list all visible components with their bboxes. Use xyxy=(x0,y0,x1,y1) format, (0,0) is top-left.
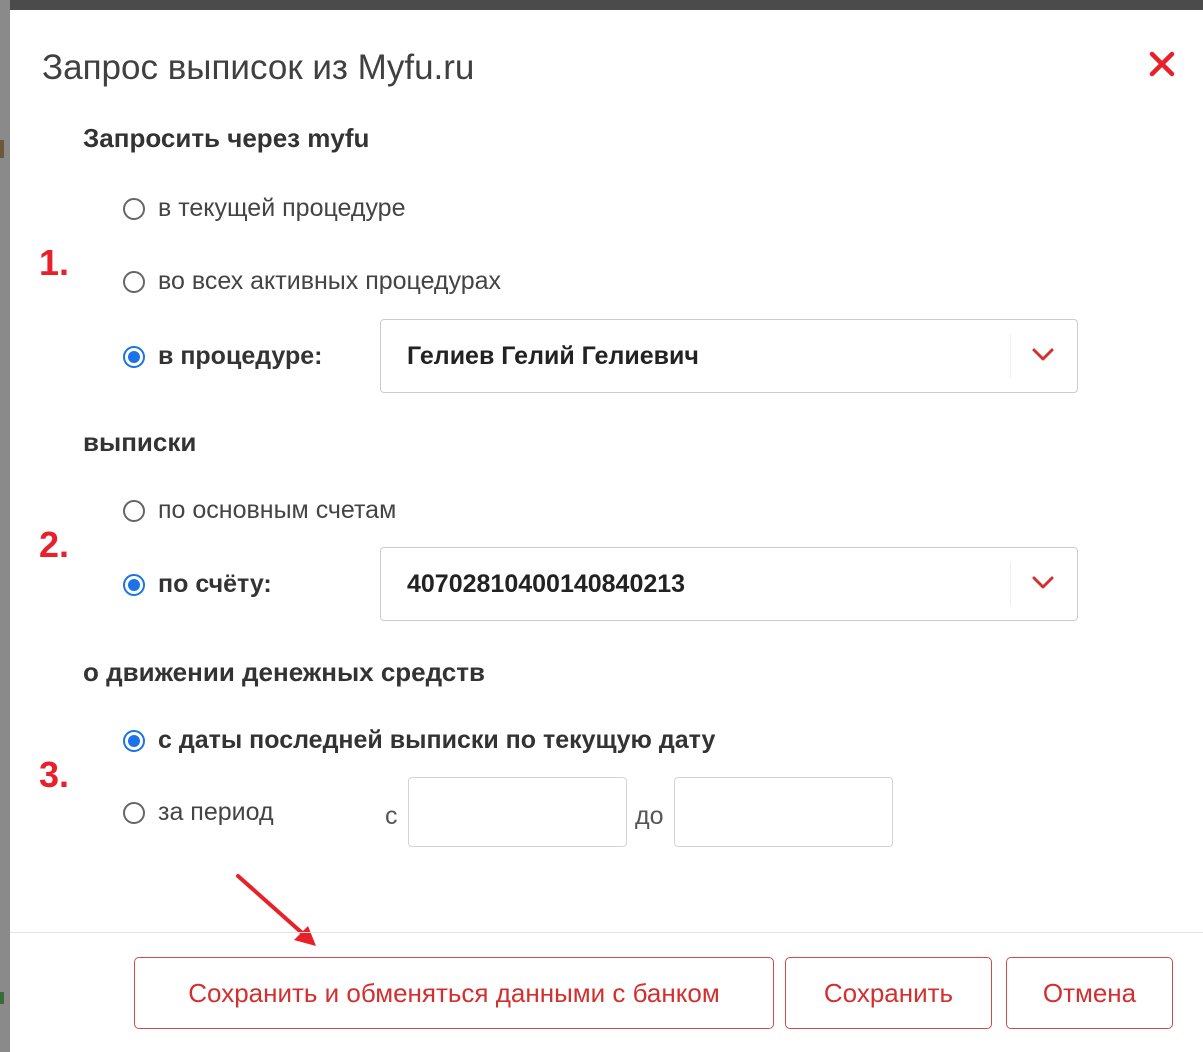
radio-in-procedure[interactable]: в процедуре: xyxy=(123,342,322,371)
period-to-input[interactable] xyxy=(674,777,893,847)
radio-button[interactable] xyxy=(123,270,145,293)
radio-label: в процедуре: xyxy=(158,342,323,370)
radio-by-account[interactable]: по счёту: xyxy=(123,570,272,599)
step-marker-1: 1. xyxy=(39,242,70,283)
procedure-select[interactable]: Гелиев Гелий Гелиевич xyxy=(380,319,1078,393)
procedure-select-value: Гелиев Гелий Гелиевич xyxy=(407,342,699,370)
select-divider xyxy=(1010,562,1011,606)
radio-button-checked[interactable] xyxy=(123,573,145,596)
background-mark xyxy=(0,992,4,1004)
account-select[interactable]: 40702810400140840213 xyxy=(380,547,1078,621)
background-mark xyxy=(0,140,4,158)
select-divider xyxy=(1010,334,1011,378)
background-page-edge xyxy=(0,0,10,1052)
radio-label: в текущей процедуре xyxy=(158,194,406,222)
radio-label: с даты последней выписки по текущую дату xyxy=(158,726,716,754)
radio-button[interactable] xyxy=(123,801,145,824)
radio-label: за период xyxy=(158,798,274,826)
radio-button[interactable] xyxy=(123,499,145,522)
radio-since-last-statement[interactable]: с даты последней выписки по текущую дату xyxy=(123,726,715,755)
window-top-edge xyxy=(0,0,1203,10)
radio-for-period[interactable]: за период xyxy=(123,798,274,827)
footer-divider xyxy=(10,932,1203,933)
period-from-input[interactable] xyxy=(408,777,627,847)
radio-button-checked[interactable] xyxy=(123,729,145,752)
radio-label: по счёту: xyxy=(158,570,272,598)
save-button[interactable]: Сохранить xyxy=(785,957,992,1029)
radio-label: по основным счетам xyxy=(158,496,397,524)
chevron-down-icon[interactable] xyxy=(1031,346,1055,364)
request-statements-dialog: Запрос выписок из Myfu.ru Запросить чере… xyxy=(10,10,1203,1052)
step-marker-2: 2. xyxy=(39,524,70,565)
section-heading-cash-flow: о движении денежных средств xyxy=(83,657,485,687)
period-from-label: с xyxy=(385,802,398,830)
radio-button[interactable] xyxy=(123,197,145,220)
cancel-button[interactable]: Отмена xyxy=(1006,957,1173,1029)
dialog-title: Запрос выписок из Myfu.ru xyxy=(42,48,475,87)
radio-all-active-procedures[interactable]: во всех активных процедурах xyxy=(123,267,501,296)
chevron-down-icon[interactable] xyxy=(1031,574,1055,592)
radio-main-accounts[interactable]: по основным счетам xyxy=(123,496,396,525)
radio-label: во всех активных процедурах xyxy=(158,267,502,295)
period-to-label: до xyxy=(635,802,664,830)
account-select-value: 40702810400140840213 xyxy=(407,570,686,598)
section-heading-statements: выписки xyxy=(83,427,197,457)
section-heading-request-via: Запросить через myfu xyxy=(83,123,370,153)
close-icon[interactable] xyxy=(1146,48,1178,80)
save-and-exchange-button[interactable]: Сохранить и обменяться данными с банком xyxy=(134,957,774,1029)
radio-current-procedure[interactable]: в текущей процедуре xyxy=(123,194,405,223)
red-arrow-icon xyxy=(236,874,316,946)
step-marker-3: 3. xyxy=(39,754,70,795)
radio-button-checked[interactable] xyxy=(123,345,145,368)
